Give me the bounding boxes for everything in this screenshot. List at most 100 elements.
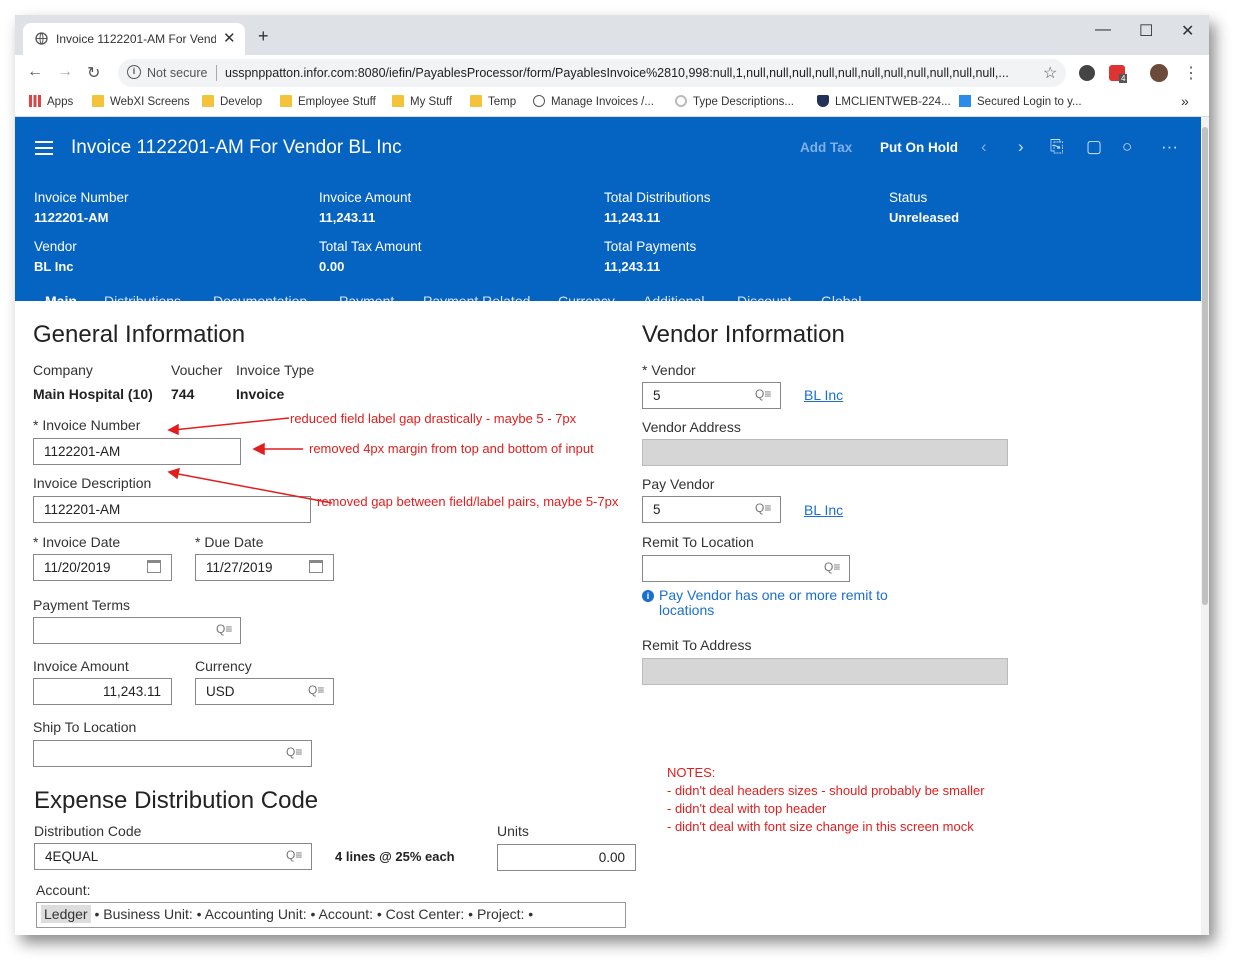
units-label: Units [497,823,529,839]
account-input[interactable]: Ledger • Business Unit: • Accounting Uni… [36,902,626,928]
bookmark-manage-invoices[interactable]: Manage Invoices /... [533,95,654,108]
general-information-heading: General Information [33,321,246,348]
not-secure-label: Not secure [147,66,208,80]
payment-terms-label: Payment Terms [33,597,130,613]
extension-badge: 4 [1119,74,1128,83]
status-label: Status [889,190,928,205]
back-icon[interactable]: ← [27,63,43,81]
total-tax-value: 0.00 [319,259,345,274]
status-value: Unreleased [889,210,960,225]
invoice-amount-value: 11,243.11 [319,210,376,225]
bookmark-type-descriptions[interactable]: Type Descriptions... [675,95,794,108]
lookup-icon[interactable]: Q≡ [286,745,302,759]
total-payments-label: Total Payments [604,239,697,254]
page-title: Invoice 1122201-AM For Vendor BL Inc [71,137,402,158]
pay-vendor-input[interactable]: 5 Q≡ [642,496,781,523]
distribution-code-label: Distribution Code [34,823,142,839]
remit-to-location-input[interactable]: Q≡ [642,555,850,582]
lookup-icon[interactable]: Q≡ [286,848,302,862]
vendor-input[interactable]: 5 Q≡ [642,382,781,409]
invoice-type-value: Invoice [236,386,285,402]
menu-kebab-icon[interactable]: ⋮ [1183,63,1199,83]
distribution-code-input[interactable]: 4EQUAL Q≡ [34,843,312,870]
expense-distribution-heading: Expense Distribution Code [34,787,319,814]
maximize-icon[interactable]: ☐ [1139,21,1153,41]
new-tab-icon[interactable]: + [258,26,269,47]
bookmark-mystuff[interactable]: My Stuff [392,95,452,108]
vendor-label: Vendor [34,239,77,254]
calendar-icon[interactable] [147,560,161,573]
next-icon[interactable]: › [1018,137,1024,157]
vendor-value: BL Inc [34,259,74,274]
vertical-scrollbar[interactable] [1201,117,1209,935]
invoice-description-label: Invoice Description [33,475,152,491]
lookup-icon[interactable]: Q≡ [308,683,324,697]
invoice-amount-label: Invoice Amount [319,190,412,205]
bookmark-lmclientweb[interactable]: LMCLIENTWEB-224... [817,95,951,108]
units-input[interactable]: 0.00 [497,844,636,871]
minimize-icon[interactable]: — [1095,21,1111,39]
invoice-number-field-label: * Invoice Number [33,417,141,433]
pay-vendor-value: 5 [653,502,661,517]
reload-icon[interactable]: ↻ [87,63,100,83]
avatar[interactable] [1150,64,1168,82]
folder-icon [202,95,214,107]
main-content: General Information Company Main Hospita… [15,301,1201,935]
apps-grid-icon [29,95,41,107]
annotation-input-margin: removed 4px margin from top and bottom o… [309,441,594,456]
bookmark-employee[interactable]: Employee Stuff [280,95,376,108]
more-actions-icon[interactable]: ··· [1161,137,1178,157]
bookmark-temp[interactable]: Temp [470,95,516,108]
bookmark-star-icon[interactable]: ☆ [1043,63,1057,83]
tab-bar: Invoice 1122201-AM For Vendor ✕ + — ☐ ✕ [15,15,1209,55]
forward-icon[interactable]: → [57,63,73,81]
invoice-number-value: 1122201-AM [34,210,109,225]
bookmark-apps[interactable]: Apps [29,95,73,108]
url-input[interactable]: i Not secure usspnppatton.infor.com:8080… [118,59,1066,87]
globe-icon [35,32,48,45]
ship-to-label: Ship To Location [33,719,137,735]
pay-vendor-link[interactable]: BL Inc [804,502,843,518]
vendor-link[interactable]: BL Inc [804,387,843,403]
currency-label: Currency [195,658,252,674]
lookup-icon[interactable]: Q≡ [755,387,771,401]
lookup-icon[interactable]: Q≡ [755,501,771,515]
scroll-thumb[interactable] [1202,127,1208,605]
company-value: Main Hospital (10) [33,386,153,402]
info-icon[interactable]: i [127,65,141,79]
extension-icon[interactable] [1079,65,1095,81]
account-label: Account: [36,882,91,898]
bookmark-develop[interactable]: Develop [202,95,262,108]
vendor-field-label: * Vendor [642,362,696,378]
note-2: - didn't deal with top header [667,801,827,816]
folder-icon [392,95,404,107]
add-tax-button[interactable]: Add Tax [800,140,852,155]
put-on-hold-button[interactable]: Put On Hold [880,140,958,155]
hamburger-menu-icon[interactable] [35,141,53,159]
due-date-input[interactable]: 11/27/2019 [195,554,334,581]
close-tab-icon[interactable]: ✕ [223,29,236,47]
previous-icon[interactable]: ‹ [981,137,987,157]
ship-to-input[interactable]: Q≡ [33,740,312,767]
currency-input[interactable]: USD Q≡ [195,678,334,705]
save-icon[interactable]: ▢ [1086,137,1102,157]
close-window-icon[interactable]: ✕ [1181,21,1194,41]
vendor-information-heading: Vendor Information [642,321,845,348]
lookup-icon[interactable]: Q≡ [824,560,840,574]
folder-icon [92,95,104,107]
ledger-segment: Ledger [41,905,91,923]
new-record-icon[interactable]: ⎘ [1050,137,1064,157]
bookmark-webxi[interactable]: WebXI Screens [92,95,190,108]
invoice-date-value: 11/20/2019 [44,560,111,575]
invoice-date-input[interactable]: 11/20/2019 [33,554,172,581]
loading-icon [675,95,687,107]
vendor-address-input [642,439,1008,466]
payment-terms-input[interactable]: Q≡ [33,617,241,644]
more-bookmarks-icon[interactable]: » [1181,93,1189,109]
lookup-icon[interactable]: Q≡ [216,622,232,636]
search-icon[interactable]: ○ [1122,137,1132,157]
browser-tab[interactable]: Invoice 1122201-AM For Vendor ✕ [23,23,245,55]
bookmark-secured-login[interactable]: Secured Login to y... [959,95,1082,108]
invoice-amount-input[interactable]: 11,243.11 [33,678,172,705]
calendar-icon[interactable] [309,560,323,573]
